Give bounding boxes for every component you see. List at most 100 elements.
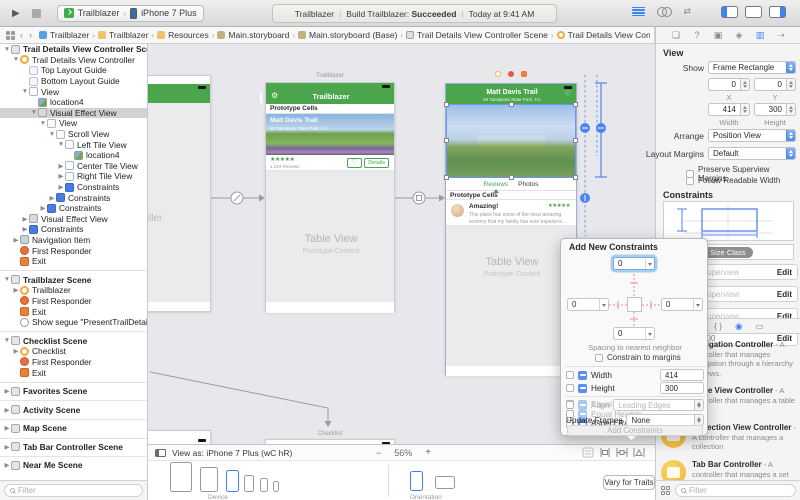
disclosure-triangle[interactable]: ▼ (12, 56, 20, 63)
disclosure-triangle[interactable]: ▼ (57, 141, 65, 148)
dropdown-icon[interactable] (693, 299, 702, 310)
breadcrumb-item[interactable]: Main.storyboard (228, 30, 289, 40)
breadcrumb-item[interactable]: Trailblazer (50, 30, 89, 40)
outline-row[interactable]: ▶Constraints (0, 182, 147, 193)
run-button[interactable]: ▶ (12, 8, 20, 19)
library-item[interactable]: Tab Bar Controller - A controller that m… (656, 456, 800, 480)
outline-row[interactable]: Exit (0, 256, 147, 267)
outline-row[interactable]: Exit (0, 367, 147, 378)
height-field[interactable]: 300 (754, 103, 796, 116)
standard-editor-button[interactable] (632, 7, 645, 17)
add-constraints-button[interactable]: Add Constraints (567, 425, 703, 436)
width-checkbox[interactable] (566, 371, 574, 379)
show-dropdown[interactable]: Frame Rectangle (708, 61, 796, 74)
assistant-editor-button[interactable] (657, 7, 671, 16)
stack-button[interactable] (582, 447, 594, 458)
first-responder-icon[interactable] (508, 71, 514, 77)
top-spacing-field[interactable]: 0 (613, 257, 655, 270)
outline-row[interactable]: First Responder (0, 296, 147, 307)
outline-row[interactable]: ▶Navigation Item (0, 235, 147, 246)
trailing-spacing-field[interactable]: 0 (661, 298, 703, 311)
outline-row[interactable]: ▼View (0, 86, 147, 97)
outline-row[interactable]: ▶Constraints (0, 192, 147, 203)
align-checkbox[interactable] (566, 401, 574, 409)
device-size-button[interactable] (260, 478, 268, 492)
dropdown-icon[interactable] (645, 258, 654, 269)
media-library-icon[interactable]: ▭ (756, 321, 764, 332)
selection-handle[interactable] (573, 138, 578, 143)
disclosure-triangle[interactable]: ▶ (12, 286, 20, 294)
width-field[interactable]: 414 (708, 103, 750, 116)
breadcrumb-item[interactable]: Trail Details View Controller Scene (417, 30, 548, 40)
zoom-out-button[interactable]: − (376, 448, 381, 458)
arrange-dropdown[interactable]: Position View (708, 129, 796, 142)
outline-row[interactable]: ▶Trailblazer (0, 285, 147, 296)
trail-cell-photo[interactable]: Matt Davis Trail Mt Tamalpais State Park… (266, 114, 394, 155)
outline-row[interactable]: ▶Checklist (0, 346, 147, 357)
leading-spacing-field[interactable]: 0 (567, 298, 609, 311)
outline-row[interactable]: ▼Scroll View (0, 129, 147, 140)
device-size-button[interactable] (200, 467, 218, 492)
library-filter-input[interactable]: Filter (675, 484, 796, 497)
outline-row[interactable]: ▶Right Tile View (0, 171, 147, 182)
version-editor-button[interactable]: ⇄ (683, 6, 690, 17)
readable-width-checkbox[interactable] (686, 177, 694, 185)
outline-row[interactable]: location4 (0, 97, 147, 108)
disclosure-triangle[interactable]: ▶ (39, 204, 47, 212)
debug-area-toggle-button[interactable] (745, 6, 762, 18)
device-size-button[interactable] (170, 462, 192, 492)
outline-row[interactable]: ▼Left Tile View (0, 139, 147, 150)
file-inspector-icon[interactable]: ❏ (671, 30, 682, 41)
disclosure-triangle[interactable]: ▶ (57, 172, 65, 180)
disclosure-triangle[interactable]: ▼ (3, 337, 11, 344)
outline-row[interactable]: ▶Tab Bar Controller Scene (0, 442, 147, 453)
dropdown-icon[interactable] (599, 299, 608, 310)
stepper-icon[interactable] (786, 79, 795, 90)
selection-handle[interactable] (444, 102, 449, 107)
breadcrumb-item[interactable]: Resources (168, 30, 209, 40)
heart-icon[interactable]: ♡ (565, 90, 571, 98)
stepper-icon[interactable] (740, 104, 749, 115)
device-tray-toggle[interactable] (155, 449, 166, 457)
disclosure-triangle[interactable]: ▶ (12, 236, 20, 244)
favorite-heart-button[interactable]: ♡ (347, 158, 362, 168)
details-button[interactable]: Details (364, 158, 389, 168)
outline-row[interactable]: ▼View (0, 118, 147, 129)
outline-row[interactable]: ▼Trail Details View Controller Scene (0, 44, 147, 55)
outline-row[interactable]: location4 (0, 150, 147, 161)
view-as-label[interactable]: View as: iPhone 7 Plus (wC hR) (172, 448, 292, 458)
constrain-margins-checkbox[interactable] (595, 354, 603, 362)
outline-row[interactable]: First Responder (0, 357, 147, 368)
disclosure-triangle[interactable]: ▼ (30, 109, 38, 116)
forward-button[interactable]: › (29, 30, 32, 40)
disclosure-triangle[interactable]: ▶ (48, 194, 56, 202)
back-button[interactable]: ‹ (20, 30, 23, 40)
x-field[interactable]: 0 (708, 78, 750, 91)
breadcrumb-item[interactable]: Main.storyboard (Base) (309, 30, 397, 40)
visual-effect-view-selected[interactable] (446, 104, 576, 178)
bottom-left-view-controller[interactable] (148, 430, 211, 444)
zoom-in-button[interactable]: + (425, 447, 431, 458)
disclosure-triangle[interactable]: ▼ (21, 88, 29, 95)
dropdown-icon[interactable] (645, 328, 654, 339)
device-size-button[interactable] (226, 470, 239, 492)
orientation-landscape-button[interactable] (435, 476, 455, 489)
height-checkbox[interactable] (566, 384, 574, 392)
selection-handle[interactable] (444, 138, 449, 143)
review-cell[interactable]: Amazing! ★★★★★ This place has some of th… (446, 200, 576, 226)
orientation-portrait-button[interactable] (410, 471, 423, 491)
details-view-controller[interactable]: Matt Davis Trail Mt Tamalpais State Park… (445, 83, 577, 375)
outline-row[interactable]: ▶Center Tile View (0, 161, 147, 172)
outline-row[interactable]: ▶Visual Effect View (0, 214, 147, 225)
disclosure-triangle[interactable]: ▼ (39, 120, 47, 127)
disclosure-triangle[interactable]: ▼ (3, 46, 11, 53)
outline-row[interactable]: Top Layout Guide (0, 65, 147, 76)
outline-filter-input[interactable]: Filter (4, 484, 143, 497)
align-button[interactable] (599, 447, 611, 458)
width-value-dropdown[interactable]: 414 (660, 369, 704, 381)
tab-photos[interactable]: Photos (518, 181, 538, 188)
outline-row[interactable]: ▶Activity Scene (0, 404, 147, 415)
selection-handle[interactable] (573, 175, 578, 180)
disclosure-triangle[interactable]: ▼ (3, 276, 11, 283)
disclosure-triangle[interactable]: ▶ (57, 183, 65, 191)
